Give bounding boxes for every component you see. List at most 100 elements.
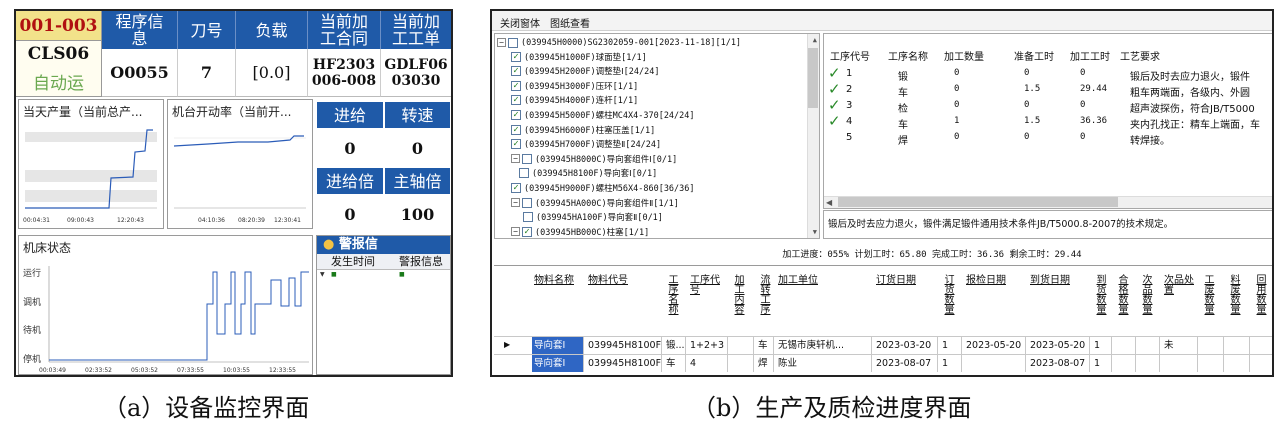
feed-rate-header: 进给倍 — [316, 167, 384, 195]
process-row[interactable]: ✓ 2 车 0 1.5 29.44 粗车两端面，各级内、外圆 — [824, 80, 1272, 99]
state-line — [49, 271, 309, 361]
collapse-icon[interactable]: − — [511, 227, 520, 237]
grid-column-header[interactable]: 到货数量 — [1096, 276, 1107, 316]
process-column-header[interactable]: 工艺要求 — [1120, 48, 1160, 63]
grid-column-header[interactable]: 料废数量 — [1230, 276, 1241, 316]
process-row[interactable]: 5 焊 0 0 0 转焊接。 — [824, 130, 1272, 147]
material-cell: 2023-05-20 — [1028, 337, 1090, 354]
caption-a: （a）设备监控界面 — [103, 394, 310, 422]
scroll-up-icon[interactable]: ▲ — [813, 36, 817, 44]
process-column-header[interactable]: 工序代号 — [830, 48, 870, 63]
tree-item[interactable]: − (039945H8000C)导向套组件Ⅰ[0/1] — [511, 152, 677, 165]
row-pointer-icon: ▼ — [320, 271, 325, 278]
material-cell: 无锡市庚轩机... — [776, 337, 872, 354]
x-tick: 00:03:49 — [39, 367, 66, 374]
band — [25, 170, 157, 182]
material-row[interactable]: ▶ 导向套Ⅰ 039945H8100F 锻... 1+2+3 车无锡市庚轩机... 2023… — [494, 336, 1272, 354]
material-cell: 2023-03-20 — [874, 337, 938, 354]
run-mode: 自动运 — [33, 74, 84, 94]
checkbox[interactable] — [508, 37, 518, 48]
material-cell: 039945H8100F — [586, 355, 662, 372]
tree-item[interactable]: − (039945HA000C)导向套组件Ⅱ[1/1] — [511, 196, 679, 209]
material-row[interactable]: 导向套Ⅰ 039945H8100F 车 4 焊陈业 2023-08-07 1 2023-08-… — [494, 354, 1272, 372]
checked-checkbox[interactable]: ✓ — [511, 139, 521, 150]
process-row[interactable]: ✓ 1 锻 0 0 0 锻后及时去应力退火，锻件 — [824, 64, 1272, 83]
process-column-header[interactable]: 加工数量 — [944, 48, 984, 63]
grid-column-header[interactable]: 合格数量 — [1118, 276, 1129, 316]
process-cell: 0 — [954, 84, 960, 94]
grid-column-header[interactable]: 物料名称 — [534, 276, 582, 286]
tree-item[interactable]: ✓ (039945H2000F)调整垫Ⅰ[24/24] — [511, 65, 659, 78]
hscroll-thumb[interactable] — [838, 197, 1118, 207]
grid-column-header[interactable]: 物料代号 — [588, 276, 660, 286]
load-header: 负载 — [236, 11, 308, 49]
process-column-header[interactable]: 工序名称 — [888, 48, 928, 63]
checkbox[interactable] — [519, 168, 529, 179]
material-cell: 导向套Ⅰ — [532, 355, 584, 372]
grid-column-header[interactable]: 订货数量 — [944, 276, 955, 316]
checked-checkbox[interactable]: ✓ — [522, 226, 532, 237]
grid-column-header[interactable]: 工序代号 — [690, 276, 726, 296]
grid-column-header[interactable]: 工序名称 — [668, 276, 679, 316]
collapse-icon[interactable]: − — [511, 198, 520, 207]
tree-item[interactable]: − ✓ (039945HB000C)柱塞[1/1] — [511, 225, 649, 238]
grid-column-header[interactable]: 次品数量 — [1142, 276, 1153, 316]
close-window-menu[interactable]: 关闭窗体 — [500, 15, 540, 30]
grid-column-header[interactable]: 加工内容 — [734, 276, 745, 316]
grid-column-header[interactable]: 报检日期 — [966, 276, 1024, 286]
tree-root[interactable]: − (039945H0000)SG2302059-001[2023-11-18][… — [497, 36, 741, 49]
tree-item[interactable]: ✓ (039945H6000F)柱塞压盖[1/1] — [511, 123, 655, 136]
process-column-header[interactable]: 加工工时 — [1070, 48, 1110, 63]
checked-checkbox[interactable]: ✓ — [511, 182, 521, 193]
scroll-thumb[interactable] — [808, 48, 818, 108]
process-column-header[interactable]: 准备工时 — [1014, 48, 1054, 63]
checked-checkbox[interactable]: ✓ — [511, 51, 521, 62]
material-cell: 1+2+3 — [688, 337, 728, 354]
tree-item[interactable]: ✓ (039945H9000F)螺柱M56X4-860[36/36] — [511, 181, 695, 194]
scroll-down-icon[interactable]: ▼ — [813, 228, 817, 236]
scroll-left-icon[interactable]: ◀ — [826, 198, 832, 207]
checked-checkbox[interactable]: ✓ — [511, 95, 521, 106]
tree-item[interactable]: ✓ (039945H4000F)连杆[1/1] — [511, 94, 638, 107]
tree-item[interactable]: (039945HA100F)导向套Ⅱ[0/1] — [523, 211, 663, 224]
checked-checkbox[interactable]: ✓ — [511, 109, 521, 120]
collapse-icon[interactable]: − — [497, 38, 506, 47]
x-tick: 10:03:55 — [223, 367, 250, 374]
tree-item-label: (039945HA000C)导向套组件Ⅱ[1/1] — [535, 198, 679, 209]
process-cell: 车 — [898, 120, 908, 131]
alarm-row[interactable]: ▼ ■ ■ — [317, 271, 450, 281]
tree-item-label: (039945HA100F)导向套Ⅱ[0/1] — [536, 213, 663, 224]
collapse-icon[interactable]: − — [511, 154, 520, 164]
material-cell — [1138, 355, 1160, 372]
checkbox[interactable] — [522, 153, 532, 164]
tree-item[interactable]: ✓ (039945H5000F)螺柱MC4X4-370[24/24] — [511, 108, 695, 121]
drawing-view-menu[interactable]: 图纸查看 — [550, 15, 590, 30]
process-row[interactable]: ✓ 4 车 1 1.5 36.36 夹内孔找正：精车上端面，车 — [824, 112, 1272, 131]
grid-column-header[interactable]: 加工单位 — [778, 276, 870, 286]
grid-column-header[interactable]: 工废数量 — [1204, 276, 1215, 316]
tree-item-label: (039945H4000F)连杆[1/1] — [524, 96, 639, 107]
grid-column-header[interactable]: 次品处置 — [1164, 276, 1196, 296]
process-cell: 1 — [846, 68, 853, 79]
machine-code-cell: CLS06 — [16, 41, 102, 67]
current-work-order-header: 当前加工工单 — [381, 11, 451, 49]
grid-column-header[interactable]: 流转工序 — [760, 276, 771, 316]
process-cell: 0 — [1024, 132, 1030, 142]
tree-item[interactable]: ✓ (039945H1000F)球面垫[1/1] — [511, 50, 647, 63]
tree-item[interactable]: ✓ (039945H7000F)调整垫Ⅱ[24/24] — [511, 138, 661, 151]
checkbox[interactable] — [523, 212, 533, 223]
checked-checkbox[interactable]: ✓ — [511, 80, 521, 91]
process-table: 工序代号 工序名称 加工数量 准备工时 加工工时 工艺要求 ✓ 1 锻 0 0 0 锻后及时去应力退火，… — [823, 33, 1272, 209]
grid-column-header[interactable]: 回用数量 — [1256, 276, 1267, 316]
process-description: 锻后及时去应力退火，锻件满足锻件通用技术条件JB/T5000.8-2007的技术… — [823, 210, 1272, 239]
checked-checkbox[interactable]: ✓ — [511, 124, 521, 135]
process-cell: 1.5 — [1024, 116, 1041, 126]
grid-column-header[interactable]: 到货日期 — [1030, 276, 1088, 286]
grid-column-header[interactable]: 订货日期 — [876, 276, 936, 286]
tree-item[interactable]: ✓ (039945H3000F)压环[1/1] — [511, 79, 638, 92]
process-row[interactable]: ✓ 3 检 0 0 0 超声波探伤，符合JB/T5000 — [824, 96, 1272, 115]
tree-item[interactable]: (039945H8100F)导向套Ⅰ[0/1] — [519, 167, 657, 180]
checked-checkbox[interactable]: ✓ — [511, 66, 521, 77]
checkbox[interactable] — [522, 197, 532, 208]
x-tick: 12:20:43 — [117, 217, 144, 224]
